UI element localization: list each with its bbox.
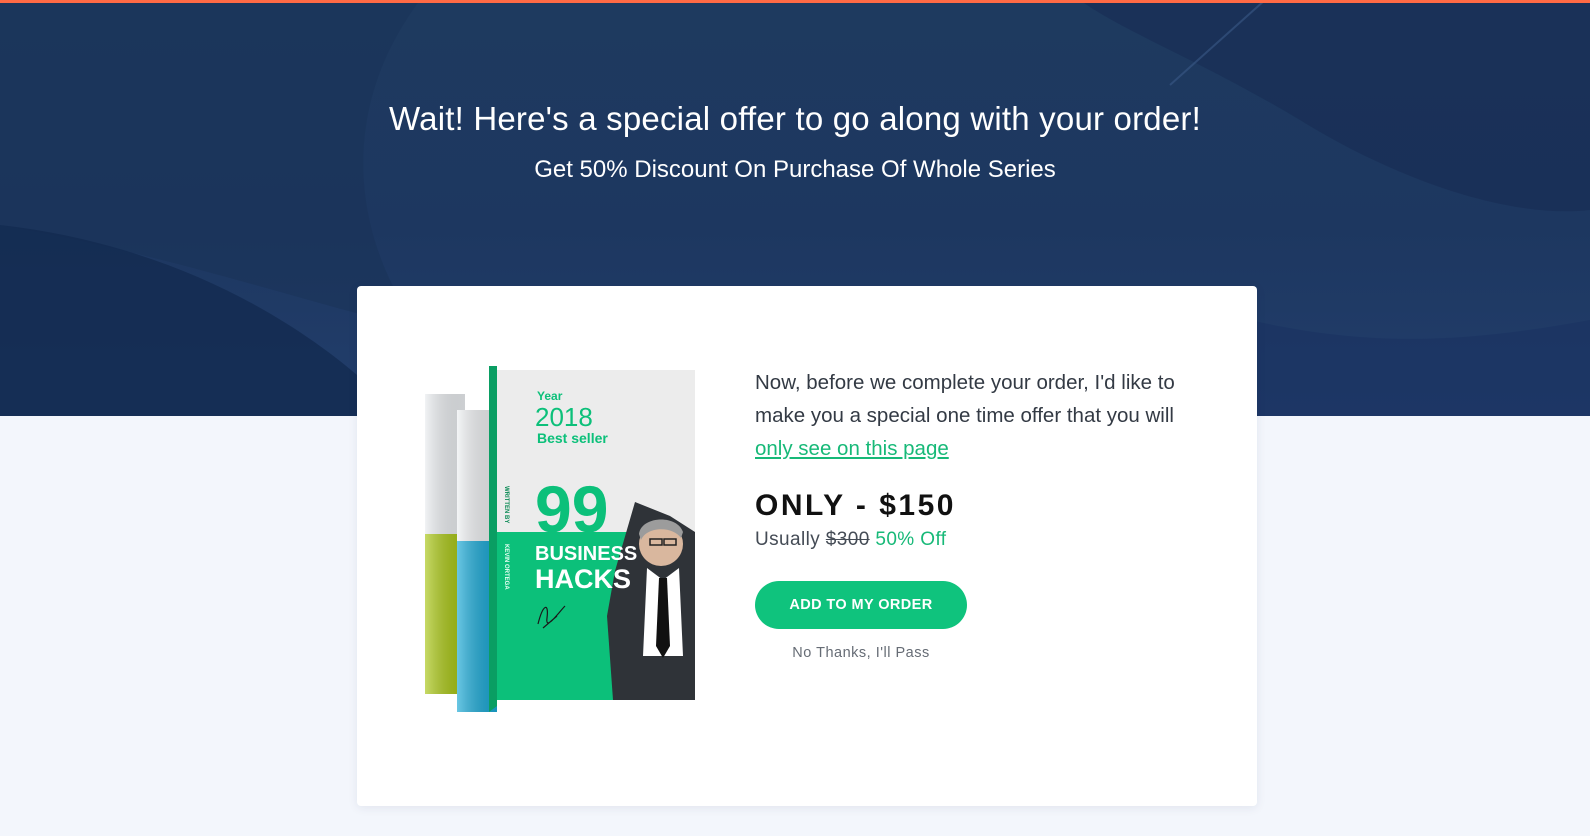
book-title-line2: HACKS [535,564,631,594]
book-spine-author: KEVIN ORTEGA [503,544,509,590]
add-to-order-button[interactable]: ADD TO MY ORDER [755,581,967,629]
offer-card: Year 2018 Best seller 99 BUSINESS HACKS … [357,286,1257,806]
old-price: $300 [825,529,870,550]
page-title: Wait! Here's a special offer to go along… [389,100,1201,137]
book-badge: Best seller [537,430,608,446]
top-accent-bar [0,0,1590,3]
price-comparison: Usually $300 50% Off [755,529,1215,551]
book-title-line1: BUSINESS [535,543,637,565]
book-bundle-image: Year 2018 Best seller 99 BUSINESS HACKS … [425,366,695,712]
book-number: 99 [535,472,608,546]
discount-label: 50% Off [875,529,947,550]
usually-label: Usually [755,529,821,550]
offer-pitch: Now, before we complete your order, I'd … [755,366,1215,465]
book-year-label: Year [537,389,563,403]
book-spine-label: WRITTEN BY [503,486,509,523]
only-this-page-link[interactable]: only see on this page [755,437,949,460]
offer-pitch-text: Now, before we complete your order, I'd … [755,371,1175,427]
decline-offer-link[interactable]: No Thanks, I'll Pass [755,645,967,661]
offer-price: ONLY - $150 [755,489,956,522]
book-year: 2018 [535,402,593,432]
page-subtitle: Get 50% Discount On Purchase Of Whole Se… [534,156,1056,183]
offer-copy: Now, before we complete your order, I'd … [755,366,1215,661]
